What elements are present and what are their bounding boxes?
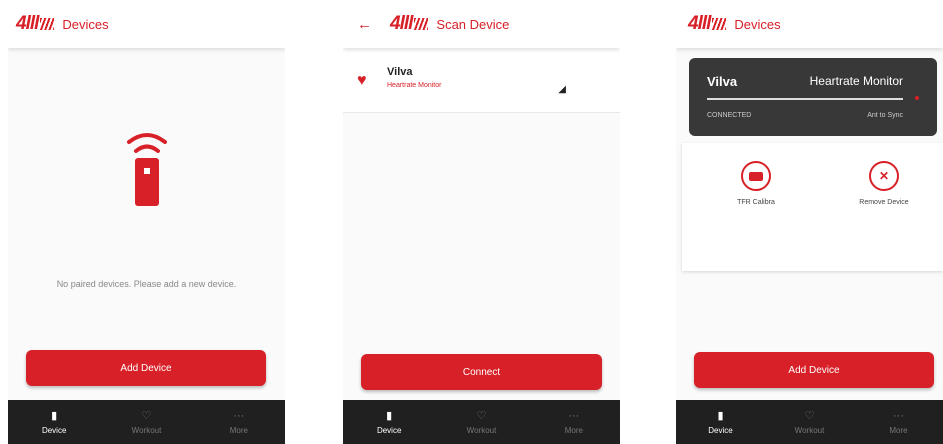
- workout-tab-icon: ♡: [804, 409, 815, 422]
- device-type: Heartrate Monitor: [387, 82, 442, 89]
- device-type: Heartrate Monitor: [809, 74, 903, 88]
- more-tab-icon: ···: [893, 409, 904, 422]
- tab-device[interactable]: ▮ Device: [343, 400, 435, 444]
- brand-logo: 4lll: [688, 13, 727, 35]
- device-tab-icon: ▮: [717, 409, 724, 422]
- app-bar: 4lll Devices: [676, 0, 943, 48]
- device-actions: TFR Calibra ✕ Remove Device: [682, 143, 943, 271]
- devices-connected-screen: 4lll Devices Vilva Heartrate Monitor CON…: [676, 0, 943, 444]
- tab-more[interactable]: ··· More: [528, 400, 620, 444]
- add-device-button[interactable]: Add Device: [26, 350, 266, 386]
- content-area: No paired devices. Please add a new devi…: [8, 48, 285, 400]
- device-card[interactable]: Vilva Heartrate Monitor CONNECTED Ant to…: [689, 58, 937, 136]
- brand-mark: 4lll: [16, 13, 39, 34]
- tab-more[interactable]: ··· More: [193, 400, 285, 444]
- bottom-nav: ▮ Device ♡ Workout ··· More: [343, 400, 620, 444]
- app-bar: 4lll Devices: [8, 0, 285, 48]
- signal-icon: ◢: [558, 84, 566, 95]
- devices-empty-screen: 4lll Devices No paired devices. Please a…: [8, 0, 285, 444]
- page-title: Devices: [62, 16, 109, 32]
- brand-mark: 4lll: [688, 13, 711, 34]
- calibrate-icon: [741, 161, 771, 191]
- brand-logo: 4lll: [16, 13, 55, 35]
- connection-status: CONNECTED: [707, 112, 752, 119]
- bottom-nav: ▮ Device ♡ Workout ··· More: [676, 400, 943, 444]
- calibrate-action[interactable]: TFR Calibra: [706, 161, 806, 206]
- tab-device[interactable]: ▮ Device: [676, 400, 765, 444]
- device-name: Vilva: [387, 66, 413, 78]
- page-title: Scan Device: [436, 16, 510, 32]
- workout-tab-icon: ♡: [476, 409, 487, 422]
- brand-logo: 4lll: [390, 13, 429, 35]
- more-tab-icon: ···: [233, 409, 245, 422]
- remove-device-label: Remove Device: [859, 199, 909, 206]
- remove-device-action[interactable]: ✕ Remove Device: [834, 161, 934, 206]
- remove-icon: ✕: [869, 161, 899, 191]
- tab-more[interactable]: ··· More: [854, 400, 943, 444]
- bottom-nav: ▮ Device ♡ Workout ··· More: [8, 400, 285, 444]
- page-title: Devices: [734, 16, 781, 32]
- tab-workout[interactable]: ♡ Workout: [100, 400, 192, 444]
- calibrate-label: TFR Calibra: [737, 199, 775, 206]
- device-tab-icon: ▮: [386, 409, 393, 422]
- remote-signal-icon: [127, 133, 167, 206]
- device-list-item[interactable]: ♥ Vilva Heartrate Monitor ◢: [343, 48, 620, 113]
- indicator-dot: [915, 96, 919, 100]
- add-device-button[interactable]: Add Device: [694, 352, 934, 388]
- workout-tab-icon: ♡: [141, 409, 152, 422]
- back-arrow-icon[interactable]: ←: [357, 16, 372, 33]
- empty-state-message: No paired devices. Please add a new devi…: [56, 279, 237, 289]
- divider: [707, 98, 903, 100]
- tab-device[interactable]: ▮ Device: [8, 400, 100, 444]
- content-area: Vilva Heartrate Monitor CONNECTED Ant to…: [676, 48, 943, 400]
- scan-device-screen: ← 4lll Scan Device ♥ Vilva Heartrate Mon…: [343, 0, 620, 444]
- device-name: Vilva: [707, 74, 738, 89]
- tab-workout[interactable]: ♡ Workout: [435, 400, 527, 444]
- connect-button[interactable]: Connect: [361, 354, 602, 390]
- device-tab-icon: ▮: [51, 409, 58, 422]
- content-area: ♥ Vilva Heartrate Monitor ◢: [343, 48, 620, 400]
- tab-workout[interactable]: ♡ Workout: [765, 400, 854, 444]
- sync-text: Ant to Sync: [867, 112, 903, 119]
- more-tab-icon: ···: [568, 409, 580, 422]
- app-bar: ← 4lll Scan Device: [343, 0, 620, 48]
- brand-mark: 4lll: [390, 13, 413, 34]
- heart-icon: ♥: [357, 72, 367, 89]
